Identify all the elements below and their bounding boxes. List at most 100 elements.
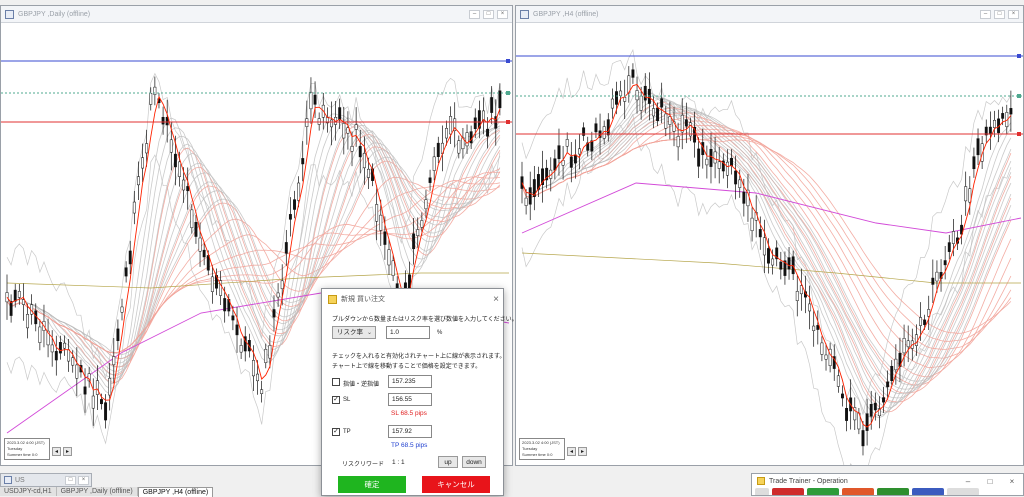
candle-body: [1009, 108, 1013, 115]
candle-body: [256, 373, 260, 382]
candle-body: [457, 140, 461, 154]
new-buy-order-dialog: 新規 買い注文 × プルダウンから数量またはリスク率を選び数値を入力してください…: [321, 288, 518, 496]
candle-body: [919, 317, 922, 326]
risk-value-input[interactable]: 1.0: [386, 326, 430, 339]
tt-button[interactable]: [755, 488, 769, 495]
candle-body: [194, 222, 198, 237]
candle-body: [873, 402, 877, 411]
next-bar-button[interactable]: ▸: [63, 447, 72, 456]
candle-body: [182, 179, 186, 191]
minimize-button[interactable]: –: [980, 9, 991, 19]
minimize-button[interactable]: –: [957, 477, 979, 486]
candle-body: [330, 119, 333, 128]
candle-body: [931, 277, 935, 285]
candle-body: [569, 156, 573, 168]
tt-button[interactable]: [947, 488, 979, 495]
up-button[interactable]: up: [438, 456, 458, 468]
candle-body: [445, 128, 448, 139]
sl-price-input[interactable]: 156.55: [388, 393, 432, 406]
candle-body: [9, 301, 13, 316]
cancel-button[interactable]: キャンセル: [422, 476, 490, 493]
trade-trainer-title: Trade Trainer - Operation: [769, 477, 848, 485]
candle-body: [762, 237, 766, 256]
candle-body: [894, 358, 898, 371]
candle-body: [652, 108, 655, 117]
candle-body: [486, 128, 490, 137]
olive-ma-line: [521, 252, 1021, 284]
candle-body: [664, 113, 668, 129]
tab-gbpjpy-daily[interactable]: GBPJPY ,Daily (offline): [56, 487, 138, 496]
candle-body: [104, 402, 108, 421]
down-button[interactable]: down: [462, 456, 486, 468]
left-chart-titlebar[interactable]: GBPJPY ,Daily (offline) – □ ×: [1, 6, 512, 23]
candle-body: [490, 97, 494, 113]
tt-button[interactable]: [807, 488, 839, 495]
minimized-chart-window[interactable]: US □ ×: [0, 473, 92, 487]
close-button[interactable]: ×: [1001, 477, 1023, 486]
candle-body: [358, 146, 362, 158]
candle-body: [95, 380, 99, 395]
candle-body: [520, 176, 524, 189]
tt-button[interactable]: [772, 488, 804, 495]
right-chart-window[interactable]: GBPJPY ,H4 (offline) – □ × 2023.3.02 4:0…: [515, 5, 1024, 466]
next-bar-button[interactable]: ▸: [578, 447, 587, 456]
limit-checkbox[interactable]: [332, 378, 340, 386]
tp-level-line-handle: [506, 59, 510, 63]
prev-bar-button[interactable]: ◂: [52, 447, 61, 456]
limit-price-input[interactable]: 157.235: [388, 375, 432, 388]
close-button[interactable]: ×: [1008, 9, 1019, 19]
candle-body: [239, 345, 243, 353]
maximize-button[interactable]: □: [979, 477, 1001, 486]
candle-body: [202, 249, 206, 258]
candle-body: [680, 114, 684, 133]
confirm-button[interactable]: 確定: [338, 476, 406, 493]
tab-usdjpy-h1[interactable]: USDJPY-cd,H1: [0, 487, 57, 496]
candle-body: [178, 161, 181, 177]
trade-trainer-titlebar[interactable]: Trade Trainer - Operation – □ ×: [752, 474, 1023, 488]
chart-tabs: USDJPY-cd,H1 GBPJPY ,Daily (offline) GBP…: [0, 487, 214, 497]
right-chart-title: GBPJPY ,H4 (offline): [533, 10, 599, 18]
right-chart-titlebar[interactable]: GBPJPY ,H4 (offline) – □ ×: [516, 6, 1023, 23]
candle-body: [993, 120, 996, 128]
dialog-titlebar[interactable]: 新規 買い注文 ×: [322, 289, 503, 309]
candle-body: [465, 132, 469, 147]
tp-checkbox[interactable]: ✓: [332, 428, 340, 436]
prev-bar-button[interactable]: ◂: [567, 447, 576, 456]
candle-body: [902, 337, 906, 354]
candle-body: [498, 90, 502, 109]
candle-body: [379, 214, 383, 231]
sl-checkbox[interactable]: ✓: [332, 396, 340, 404]
right-price-chart[interactable]: [516, 23, 1023, 465]
close-button[interactable]: ×: [497, 9, 508, 19]
close-button[interactable]: ×: [78, 475, 89, 485]
quantity-mode-select[interactable]: リスク率 ⌄: [332, 326, 376, 339]
candle-body: [553, 158, 557, 171]
maximize-button[interactable]: □: [483, 9, 494, 19]
tt-button[interactable]: [912, 488, 944, 495]
candle-body: [524, 197, 528, 206]
candle-body: [717, 161, 721, 169]
tp-label: TP: [343, 429, 351, 435]
tt-button[interactable]: [842, 488, 874, 495]
close-icon[interactable]: ×: [489, 294, 503, 305]
tp-price-input[interactable]: 157.92: [388, 425, 432, 438]
chart-window-icon: [520, 9, 529, 19]
maximize-button[interactable]: □: [994, 9, 1005, 19]
candle-body: [190, 209, 194, 229]
restore-button[interactable]: □: [65, 475, 76, 485]
candle-body: [288, 214, 292, 220]
candle-body: [725, 161, 729, 176]
candle-body: [58, 342, 62, 354]
tt-button[interactable]: [877, 488, 909, 495]
limit-label: 指値・逆指値: [343, 382, 380, 388]
candle-body: [709, 148, 713, 167]
right-time-info: 2023.3.02 4:00 (JST) Tuesday Summer time…: [519, 438, 565, 460]
minimize-button[interactable]: –: [469, 9, 480, 19]
dialog-instruction: プルダウンから数量またはリスク率を選び数値を入力してください。: [332, 317, 518, 323]
candle-body: [362, 153, 366, 169]
candle-body: [935, 271, 939, 282]
candle-body: [865, 413, 869, 431]
candle-body: [594, 123, 598, 133]
candle-body: [264, 348, 268, 363]
candle-body: [251, 360, 255, 377]
